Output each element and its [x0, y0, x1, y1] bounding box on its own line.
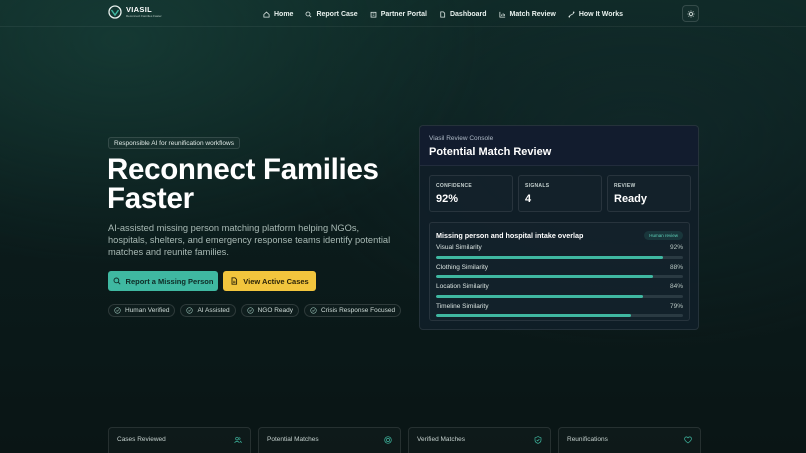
check-circle-icon — [247, 307, 254, 314]
metric-review: REVIEW Ready — [607, 175, 691, 212]
badge-ngo-ready: NGO Ready — [240, 304, 300, 317]
hero-title: Reconnect Families Faster — [107, 153, 379, 215]
similarity-list: Visual Similarity 92% Clothing Similarit… — [436, 244, 683, 317]
stat-label: Potential Matches — [267, 436, 319, 443]
check-circle-icon — [186, 307, 194, 314]
similarity-bar-track — [436, 255, 683, 259]
similarity-percent: 79% — [669, 302, 683, 310]
similarity-row: Location Similarity 84% — [436, 283, 683, 298]
metric-label: CONFIDENCE — [436, 183, 473, 189]
home-icon — [263, 11, 270, 18]
stat-label: Reunifications — [567, 436, 608, 443]
top-navbar: VIASIL Reconnect Families Faster Home Re… — [0, 0, 806, 27]
heart-icon — [684, 436, 692, 444]
similarity-row: Clothing Similarity 88% — [436, 263, 683, 278]
overlap-panel: Missing person and hospital intake overl… — [429, 222, 690, 321]
stat-reunifications: Reunifications — [558, 427, 701, 453]
similarity-row: Visual Similarity 92% — [436, 244, 683, 259]
similarity-label: Timeline Similarity — [436, 302, 489, 310]
stat-verified-matches: Verified Matches — [408, 427, 551, 453]
sun-icon — [687, 10, 694, 17]
metric-value: 92% — [436, 193, 459, 205]
check-circle-icon — [310, 307, 317, 314]
metric-label: SIGNALS — [525, 183, 550, 189]
nav-item-match-review[interactable]: Match Review — [499, 11, 556, 18]
similarity-percent: 84% — [669, 283, 683, 290]
target-icon — [384, 436, 392, 444]
nav-item-home[interactable]: Home — [263, 11, 293, 18]
badge-crisis-response: Crisis Response Focused — [304, 304, 402, 317]
hero-description: AI-assisted missing person matching plat… — [108, 223, 391, 257]
metric-value: Ready — [614, 193, 648, 205]
nav-item-label: Partner Portal — [380, 10, 427, 18]
stat-cases-reviewed: Cases Reviewed — [108, 427, 251, 453]
building-icon — [370, 11, 377, 18]
similarity-label: Location Similarity — [436, 283, 489, 290]
view-active-cases-button[interactable]: View Active Cases — [223, 271, 316, 291]
route-icon — [568, 11, 575, 17]
similarity-bar-fill — [436, 255, 664, 259]
shield-check-icon — [534, 436, 542, 444]
nav-item-report-case[interactable]: Report Case — [305, 10, 358, 18]
similarity-bar-track — [436, 294, 683, 298]
similarity-row: Timeline Similarity 79% — [436, 302, 683, 317]
stat-label: Verified Matches — [417, 436, 466, 443]
similarity-percent: 88% — [669, 263, 683, 271]
brand-name: VIASIL — [126, 5, 152, 15]
nav-links: Home Report Case Partner Portal Dashboar… — [263, 9, 635, 19]
trust-badges: Human Verified AI Assisted NGO Ready Cri… — [108, 304, 402, 317]
theme-toggle-button[interactable] — [682, 5, 699, 22]
badge-label: AI Assisted — [197, 307, 230, 314]
search-icon — [306, 11, 312, 17]
brand-logo[interactable]: VIASIL Reconnect Families Faster — [108, 5, 162, 19]
report-missing-person-label: Report a Missing Person — [125, 276, 214, 286]
console-header: Viasil Review Console Potential Match Re… — [420, 126, 698, 166]
users-icon — [234, 436, 242, 444]
human-review-tag: Human review — [644, 230, 683, 240]
console-label: Viasil Review Console — [429, 135, 494, 142]
overlap-title: Missing person and hospital intake overl… — [436, 230, 584, 240]
badge-label: Human Verified — [125, 307, 170, 314]
metric-value: 4 — [525, 193, 532, 205]
hero-pill: Responsible AI for reunification workflo… — [108, 137, 240, 149]
view-active-cases-label: View Active Cases — [243, 276, 309, 286]
similarity-bar-fill — [436, 275, 654, 278]
nav-item-label: Match Review — [509, 10, 556, 18]
search-icon — [113, 277, 121, 285]
report-missing-person-button[interactable]: Report a Missing Person — [108, 271, 218, 291]
nav-item-label: How It Works — [578, 10, 624, 18]
badge-label: Crisis Response Focused — [321, 307, 396, 314]
badge-label: NGO Ready — [257, 307, 294, 314]
stats-row: Cases Reviewed Potential Matches Verifie… — [108, 427, 701, 453]
console-title: Potential Match Review — [429, 146, 552, 158]
file-icon — [440, 10, 446, 18]
nav-item-how-it-works[interactable]: How It Works — [568, 11, 623, 18]
similarity-bar-track — [436, 275, 683, 278]
similarity-percent: 92% — [669, 244, 683, 251]
nav-item-partner-portal[interactable]: Partner Portal — [370, 11, 427, 18]
check-circle-icon — [114, 307, 121, 314]
stat-label: Cases Reviewed — [117, 436, 166, 443]
metric-confidence: CONFIDENCE 92% — [429, 175, 513, 212]
metric-signals: SIGNALS 4 — [518, 175, 602, 212]
badge-human-verified: Human Verified — [108, 304, 176, 317]
badge-ai-assisted: AI Assisted — [180, 304, 236, 317]
metrics-row: CONFIDENCE 92% SIGNALS 4 REVIEW Ready — [429, 175, 691, 212]
nav-item-dashboard[interactable]: Dashboard — [439, 11, 487, 18]
nav-item-label: Report Case — [316, 10, 358, 18]
chart-icon — [499, 11, 505, 18]
nav-item-label: Dashboard — [449, 10, 487, 18]
brand-tagline: Reconnect Families Faster — [126, 13, 162, 18]
similarity-bar-track — [436, 314, 683, 317]
nav-item-label: Home — [274, 10, 294, 18]
similarity-bar-fill — [436, 294, 644, 298]
similarity-label: Visual Similarity — [436, 244, 482, 251]
review-console-card: Viasil Review Console Potential Match Re… — [419, 125, 699, 330]
logo-mark-icon — [108, 5, 122, 19]
metric-label: REVIEW — [614, 183, 636, 189]
similarity-label: Clothing Similarity — [436, 263, 489, 271]
file-icon — [231, 277, 238, 285]
stat-potential-matches: Potential Matches — [258, 427, 401, 453]
similarity-bar-fill — [436, 314, 632, 317]
